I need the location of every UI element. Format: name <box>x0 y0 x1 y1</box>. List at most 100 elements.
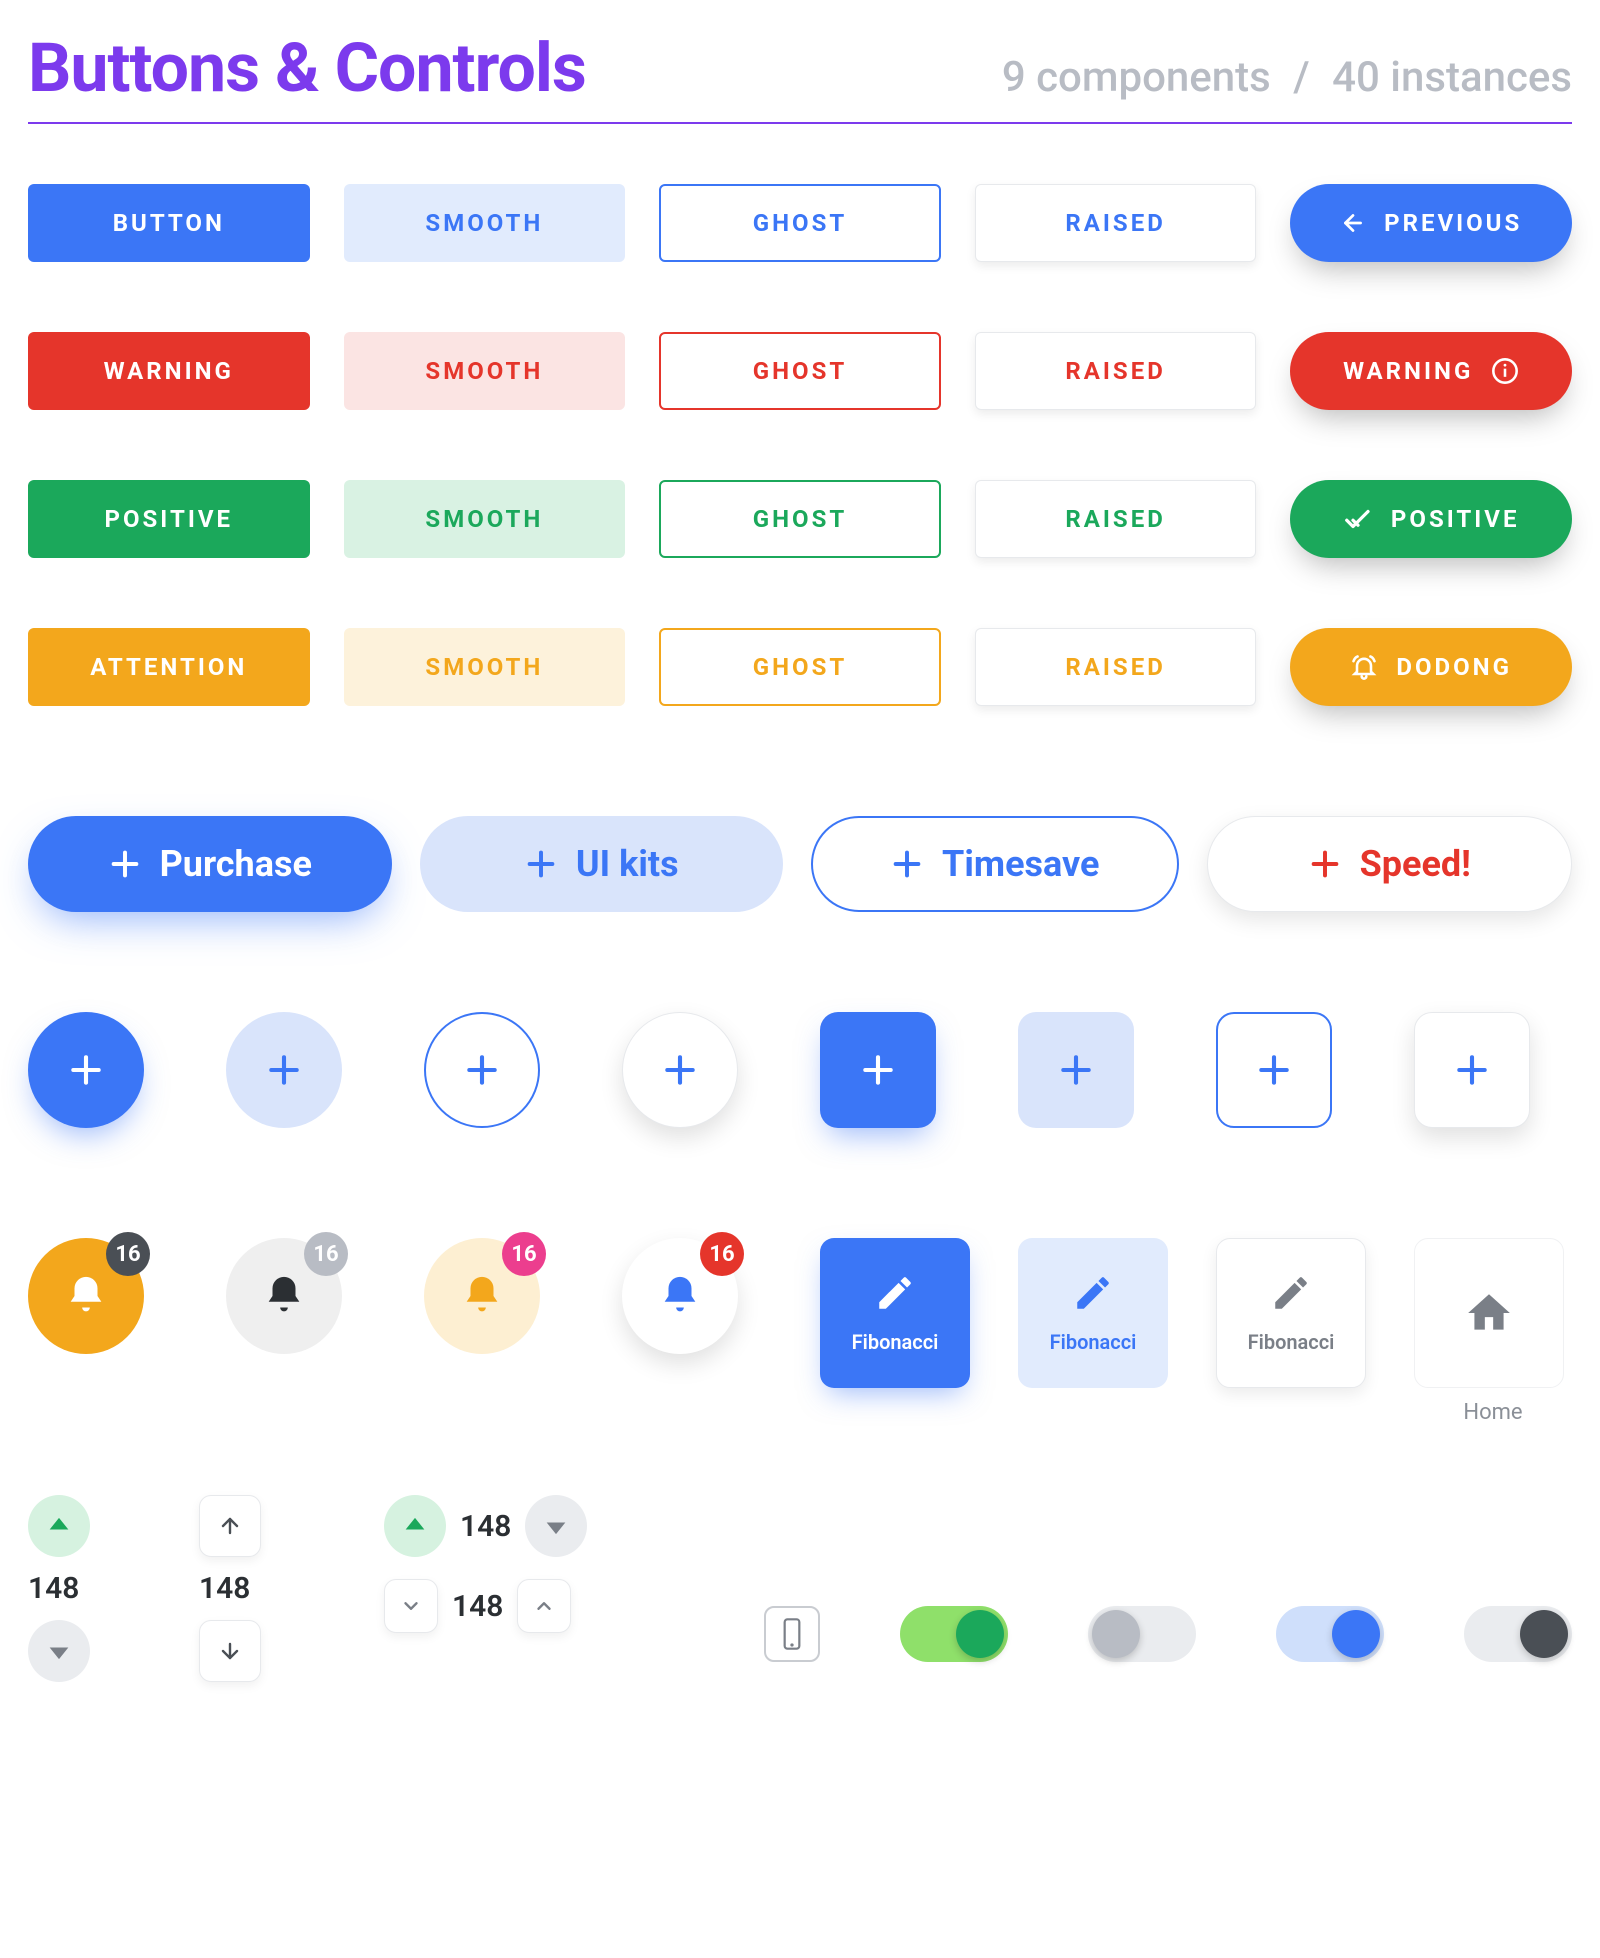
mixed-row: 16 16 16 16 Fibonacci Fibonacci Fibonacc… <box>28 1238 1572 1425</box>
green-raised-button[interactable]: RAISED <box>975 480 1257 558</box>
components-count: 9 components <box>1002 53 1271 102</box>
tile-label: Fibonacci <box>1248 1330 1335 1354</box>
fab-circle-smooth[interactable] <box>226 1012 342 1128</box>
toggle-switch-on-green[interactable] <box>900 1606 1008 1662</box>
tile-fibonacci-solid[interactable]: Fibonacci <box>820 1238 970 1388</box>
big-pill-row: Purchase UI kits Timesave Speed! <box>28 816 1572 912</box>
button-label: Speed! <box>1360 843 1471 885</box>
amber-raised-button[interactable]: RAISED <box>975 628 1257 706</box>
tile-home[interactable] <box>1414 1238 1564 1388</box>
stepper-value: 148 <box>28 1571 177 1606</box>
stepper-down-button[interactable] <box>28 1620 90 1682</box>
stepper-down-button[interactable] <box>525 1495 587 1557</box>
button-label: WARNING <box>104 357 234 385</box>
red-warning-pill-button[interactable]: WARNING <box>1290 332 1572 410</box>
green-ghost-button[interactable]: GHOST <box>659 480 941 558</box>
stepper-down-button[interactable] <box>199 1620 261 1682</box>
red-ghost-button[interactable]: GHOST <box>659 332 941 410</box>
blue-smooth-button[interactable]: SMOOTH <box>344 184 626 262</box>
stepper-block-a: 148 148 <box>28 1495 348 1682</box>
bell-icon <box>261 1273 307 1319</box>
notification-badge: 16 <box>106 1232 150 1276</box>
amber-dodong-pill-button[interactable]: DODONG <box>1290 628 1572 706</box>
fab-circle-raised[interactable] <box>622 1012 738 1128</box>
notification-badge: 16 <box>700 1232 744 1276</box>
button-label: GHOST <box>753 653 848 681</box>
stepper-block-b: 148 148 <box>384 1495 704 1633</box>
bell-fab-white-raised[interactable]: 16 <box>622 1238 738 1354</box>
green-solid-button[interactable]: POSITIVE <box>28 480 310 558</box>
button-label: SMOOTH <box>425 505 543 533</box>
pencil-icon <box>1270 1272 1312 1314</box>
button-label: Purchase <box>160 843 312 885</box>
blue-ghost-button[interactable]: GHOST <box>659 184 941 262</box>
button-label: GHOST <box>753 357 848 385</box>
purchase-button[interactable]: Purchase <box>28 816 392 912</box>
button-label: Timesave <box>942 843 1099 885</box>
bell-fab-gray-smooth[interactable]: 16 <box>226 1238 342 1354</box>
stepper-value: 148 <box>452 1589 503 1624</box>
uikits-button[interactable]: UI kits <box>420 816 784 912</box>
button-label: RAISED <box>1065 653 1165 681</box>
bell-ring-icon <box>1350 653 1378 681</box>
stepper-increment-button[interactable] <box>517 1579 571 1633</box>
toggle-switch-off[interactable] <box>1088 1606 1196 1662</box>
info-circle-icon <box>1491 357 1519 385</box>
plus-icon <box>890 847 924 881</box>
tile-label: Fibonacci <box>852 1330 939 1354</box>
blue-solid-button[interactable]: BUTTON <box>28 184 310 262</box>
tile-fibonacci-raised[interactable]: Fibonacci <box>1216 1238 1366 1388</box>
bell-icon <box>63 1273 109 1319</box>
tile-home-wrap: Home <box>1414 1238 1572 1425</box>
blue-raised-button[interactable]: RAISED <box>975 184 1257 262</box>
green-positive-pill-button[interactable]: POSITIVE <box>1290 480 1572 558</box>
fab-circle-solid[interactable] <box>28 1012 144 1128</box>
fab-circle-ghost[interactable] <box>424 1012 540 1128</box>
timesave-button[interactable]: Timesave <box>811 816 1179 912</box>
blue-previous-pill-button[interactable]: PREVIOUS <box>1290 184 1572 262</box>
tile-fib-smooth-wrap: Fibonacci <box>1018 1238 1176 1388</box>
green-smooth-button[interactable]: SMOOTH <box>344 480 626 558</box>
button-label: ATTENTION <box>90 653 247 681</box>
fab-square-smooth[interactable] <box>1018 1012 1134 1128</box>
red-solid-button[interactable]: WARNING <box>28 332 310 410</box>
page-title: Buttons & Controls <box>28 28 586 108</box>
red-raised-button[interactable]: RAISED <box>975 332 1257 410</box>
tile-label: Fibonacci <box>1050 1330 1137 1354</box>
toggle-switch-on-blue[interactable] <box>1276 1606 1384 1662</box>
red-smooth-button[interactable]: SMOOTH <box>344 332 626 410</box>
amber-ghost-button[interactable]: GHOST <box>659 628 941 706</box>
tile-fib-raised-wrap: Fibonacci <box>1216 1238 1374 1388</box>
fab-square-ghost[interactable] <box>1216 1012 1332 1128</box>
button-label: PREVIOUS <box>1384 209 1522 237</box>
button-label: POSITIVE <box>1391 505 1520 533</box>
toggle-switch-on-dark[interactable] <box>1464 1606 1572 1662</box>
stepper-up-button[interactable] <box>28 1495 90 1557</box>
bell-fab-amber-solid[interactable]: 16 <box>28 1238 144 1354</box>
stepper-up-button[interactable] <box>384 1495 446 1557</box>
fab-square-solid[interactable] <box>820 1012 936 1128</box>
meta-separator: / <box>1293 53 1309 102</box>
device-icon[interactable] <box>764 1606 820 1662</box>
button-label: GHOST <box>753 209 848 237</box>
amber-smooth-button[interactable]: SMOOTH <box>344 628 626 706</box>
amber-solid-button[interactable]: ATTENTION <box>28 628 310 706</box>
instances-count: 40 instances <box>1332 53 1572 102</box>
toggle-knob <box>1520 1610 1568 1658</box>
button-label: WARNING <box>1343 357 1473 385</box>
tile-home-caption: Home <box>1414 1400 1572 1425</box>
stepper-decrement-button[interactable] <box>384 1579 438 1633</box>
home-icon <box>1464 1288 1514 1338</box>
pencil-icon <box>874 1272 916 1314</box>
tile-fib-solid-wrap: Fibonacci <box>820 1238 978 1388</box>
toggle-knob <box>1332 1610 1380 1658</box>
stepper-value: 148 <box>199 1571 348 1606</box>
speed-button[interactable]: Speed! <box>1207 816 1573 912</box>
fab-square-raised[interactable] <box>1414 1012 1530 1128</box>
button-label: GHOST <box>753 505 848 533</box>
tile-fibonacci-smooth[interactable]: Fibonacci <box>1018 1238 1168 1388</box>
stepper-up-button[interactable] <box>199 1495 261 1557</box>
bell-fab-amber-smooth[interactable]: 16 <box>424 1238 540 1354</box>
plus-icon <box>108 847 142 881</box>
notification-badge: 16 <box>304 1232 348 1276</box>
